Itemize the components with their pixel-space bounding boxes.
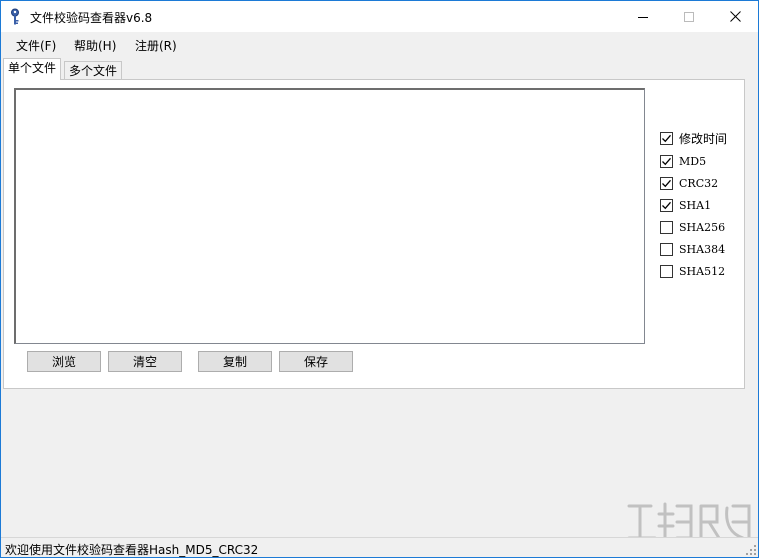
sha512-label: SHA512 <box>679 265 726 278</box>
sha1-checkbox[interactable] <box>660 199 673 212</box>
checkmark-icon <box>662 201 671 210</box>
close-icon <box>729 11 741 22</box>
sha1-label: SHA1 <box>679 199 712 212</box>
crc32-checkbox[interactable] <box>660 177 673 190</box>
key-icon <box>9 8 21 26</box>
tab-panel-single-file: 浏览 清空 复制 保存 修改时间 MD5 CRC32 SHA1 SHA256 S… <box>3 79 745 389</box>
menu-bar: 文件(F) 帮助(H) 注册(R) <box>1 32 758 57</box>
crc32-label: CRC32 <box>679 177 719 190</box>
menu-help[interactable]: 帮助(H) <box>74 37 116 54</box>
option-sha384[interactable]: SHA384 <box>660 243 725 256</box>
sha256-checkbox[interactable] <box>660 221 673 234</box>
close-button[interactable] <box>712 1 758 32</box>
copy-button[interactable]: 复制 <box>198 351 272 372</box>
modify-time-label: 修改时间 <box>679 132 728 146</box>
sha512-checkbox[interactable] <box>660 265 673 278</box>
minimize-button[interactable] <box>620 1 666 32</box>
result-textarea[interactable] <box>14 88 645 344</box>
option-sha512[interactable]: SHA512 <box>660 265 725 278</box>
maximize-button[interactable] <box>666 1 712 32</box>
md5-label: MD5 <box>679 155 707 168</box>
option-sha1[interactable]: SHA1 <box>660 199 711 212</box>
minimize-icon <box>638 16 648 18</box>
clear-button[interactable]: 清空 <box>108 351 182 372</box>
tab-multiple-files[interactable]: 多个文件 <box>64 61 123 80</box>
sha384-label: SHA384 <box>679 243 726 256</box>
status-text: 欢迎使用文件校验码查看器Hash_MD5_CRC32 <box>5 543 259 557</box>
checkmark-icon <box>662 179 671 188</box>
option-crc32[interactable]: CRC32 <box>660 177 718 190</box>
md5-checkbox[interactable] <box>660 155 673 168</box>
window-title: 文件校验码查看器v6.8 <box>30 11 153 25</box>
menu-register[interactable]: 注册(R) <box>135 37 177 54</box>
sha384-checkbox[interactable] <box>660 243 673 256</box>
checkmark-icon <box>662 157 671 166</box>
browse-button[interactable]: 浏览 <box>27 351 101 372</box>
status-bar: 欢迎使用文件校验码查看器Hash_MD5_CRC32 <box>1 537 758 557</box>
maximize-icon <box>684 11 694 22</box>
title-bar[interactable]: 文件校验码查看器v6.8 <box>1 1 758 32</box>
menu-file[interactable]: 文件(F) <box>16 37 56 54</box>
sha256-label: SHA256 <box>679 221 726 234</box>
checkmark-icon <box>662 134 671 143</box>
option-md5[interactable]: MD5 <box>660 155 706 168</box>
option-sha256[interactable]: SHA256 <box>660 221 725 234</box>
app-window: 文件校验码查看器v6.8 文件(F) 帮助(H) 注册(R) 单个文件 多个文件… <box>0 0 759 558</box>
tab-single-file[interactable]: 单个文件 <box>3 58 62 80</box>
option-modify-time[interactable]: 修改时间 <box>660 130 727 147</box>
modify-time-checkbox[interactable] <box>660 132 673 145</box>
save-button[interactable]: 保存 <box>279 351 353 372</box>
resize-grip-icon[interactable] <box>746 545 756 555</box>
